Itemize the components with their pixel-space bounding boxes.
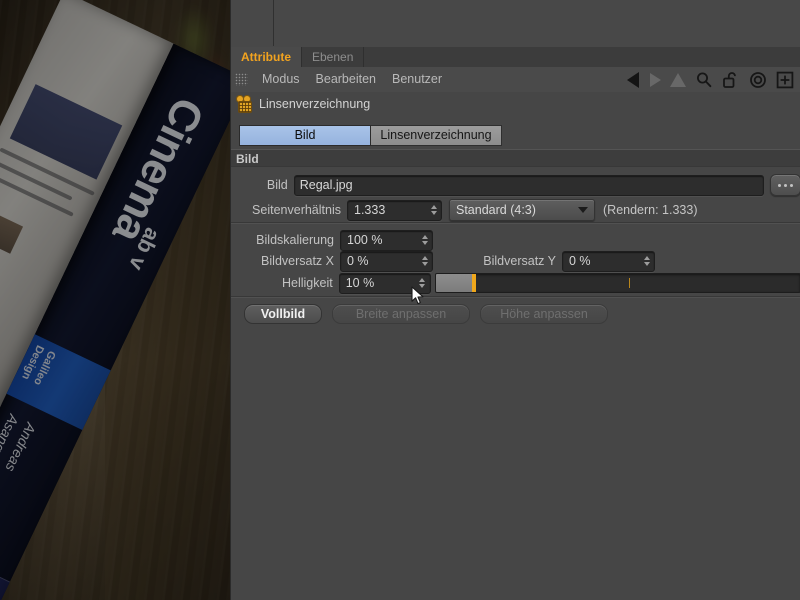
stepper-arrows-icon[interactable] (642, 256, 651, 266)
ghost-left-icon[interactable] (650, 72, 661, 87)
label-bild: Bild (266, 178, 288, 192)
stepper-arrows-icon[interactable] (420, 235, 429, 245)
bildversatz-x-input[interactable]: 0 % (340, 250, 433, 272)
menu-modus[interactable]: Modus (254, 67, 308, 92)
object-tab-linsenverzeichnung[interactable]: Linsenverzeichnung (371, 125, 502, 146)
helligkeit-slider[interactable] (434, 273, 800, 293)
menu-benutzer[interactable]: Benutzer (384, 67, 450, 92)
row-helligkeit: Helligkeit 10 % (231, 272, 800, 294)
label-bildversatz-y: Bildversatz Y (483, 254, 556, 268)
ghost-up-icon[interactable] (670, 72, 686, 87)
plus-box-icon[interactable] (776, 71, 794, 89)
tab-ebenen[interactable]: Ebenen (302, 47, 365, 67)
menu-bearbeiten[interactable]: Bearbeiten (308, 67, 384, 92)
panel-tool-icons (627, 71, 800, 89)
top-empty-strip (231, 0, 800, 48)
aspect-preset-dropdown[interactable]: Standard (4:3) (449, 199, 595, 221)
object-tab-row: Bild Linsenverzeichnung (231, 125, 800, 147)
bildversatz-y-input[interactable]: 0 % (562, 250, 655, 272)
top-strip-divider (273, 0, 274, 46)
object-header: Linsenverzeichnung (231, 92, 800, 115)
panel-menu-bar: Modus Bearbeiten Benutzer (231, 67, 800, 93)
helligkeit-input[interactable]: 10 % (338, 272, 431, 294)
tab-ebenen-label: Ebenen (312, 50, 354, 64)
section-divider (231, 296, 800, 298)
section-divider (231, 222, 800, 224)
stepper-arrows-icon[interactable] (420, 256, 429, 266)
bild-browse-button[interactable] (769, 174, 800, 196)
hoehe-anpassen-button-label: Höhe anpassen (500, 307, 588, 321)
row-bild: Bild Regal.jpg (231, 174, 800, 196)
back-arrow-icon[interactable] (627, 71, 639, 88)
row-seitenverhaeltnis: Seitenverhältnis 1.333 Standard (4:3) (R… (231, 199, 800, 221)
bildversatz-y-value: 0 % (569, 253, 591, 268)
object-tab-bild-label: Bild (294, 128, 316, 142)
row-bildskalierung: Bildskalierung 100 % (231, 229, 800, 251)
stepper-arrows-icon[interactable] (418, 278, 427, 288)
label-bildversatz-x: Bildversatz X (261, 254, 334, 268)
label-seitenverhaeltnis: Seitenverhältnis (252, 203, 341, 217)
lens-distortion-icon (235, 95, 253, 113)
helligkeit-slider-handle[interactable] (472, 274, 477, 292)
tab-attribute[interactable]: Attribute (231, 47, 302, 67)
helligkeit-slider-tick (628, 278, 630, 288)
image-viewport[interactable]: Cinema ab v Galileo Design Andreas Asang… (0, 0, 230, 600)
label-bildskalierung: Bildskalierung (256, 233, 334, 247)
label-helligkeit: Helligkeit (281, 276, 333, 290)
bildversatz-x-value: 0 % (347, 253, 369, 268)
render-aspect-note: (Rendern: 1.333) (603, 203, 698, 217)
group-header-label: Bild (236, 152, 259, 166)
vollbild-button[interactable]: Vollbild (244, 304, 322, 324)
search-icon[interactable] (695, 71, 713, 89)
fit-button-row: Vollbild Breite anpassen Höhe anpassen (231, 304, 800, 324)
seitenverhaeltnis-input[interactable]: 1.333 (347, 199, 442, 221)
object-tab-linsenverzeichnung-label: Linsenverzeichnung (380, 128, 492, 142)
object-title: Linsenverzeichnung (259, 96, 371, 111)
target-icon[interactable] (749, 71, 767, 89)
hoehe-anpassen-button[interactable]: Höhe anpassen (480, 304, 608, 324)
object-tab-bild[interactable]: Bild (239, 125, 371, 146)
group-header-bild: Bild (231, 149, 800, 167)
attribute-manager: Attribute Ebenen Modus Bearbeiten Benutz… (230, 0, 800, 600)
lock-open-icon[interactable] (722, 71, 740, 89)
aspect-preset-value: Standard (4:3) (456, 203, 536, 217)
stepper-arrows-icon[interactable] (429, 205, 438, 215)
helligkeit-value: 10 % (345, 275, 375, 290)
bildskalierung-input[interactable]: 100 % (340, 229, 433, 251)
grip-handle-icon[interactable] (235, 73, 248, 86)
breite-anpassen-button-label: Breite anpassen (355, 307, 447, 321)
breite-anpassen-button[interactable]: Breite anpassen (332, 304, 470, 324)
tab-attribute-label: Attribute (241, 50, 291, 64)
bildskalierung-value: 100 % (347, 232, 383, 247)
vollbild-button-label: Vollbild (260, 307, 306, 321)
row-bildversatz: Bildversatz X 0 % Bildversatz Y 0 % (231, 250, 800, 272)
panel-tab-bar: Attribute Ebenen (231, 47, 800, 67)
helligkeit-slider-fill (435, 274, 473, 292)
chevron-down-icon (578, 207, 588, 213)
seitenverhaeltnis-value: 1.333 (354, 202, 386, 217)
bild-path-input[interactable]: Regal.jpg (293, 174, 764, 196)
